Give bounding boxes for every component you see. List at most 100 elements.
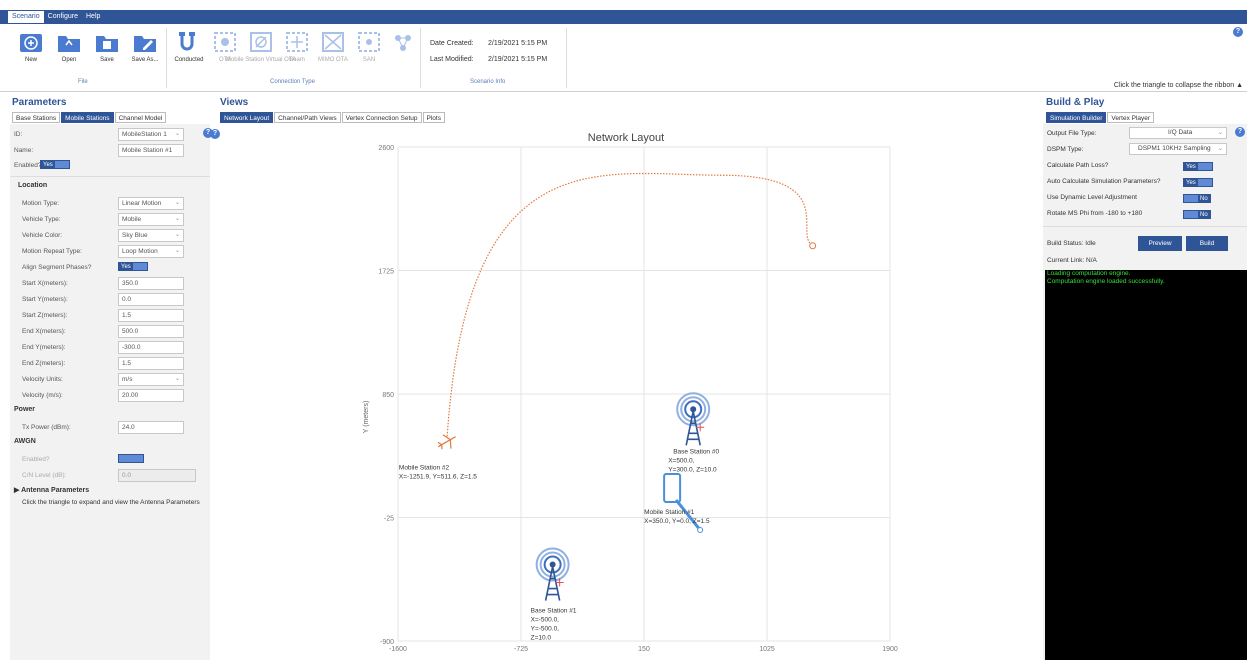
build-button[interactable]: Build — [1186, 236, 1228, 251]
end-x-input[interactable]: 500.0 — [118, 324, 184, 338]
awgn-enabled-row: Enabled? — [14, 452, 204, 466]
beam-button[interactable]: Beam — [280, 30, 314, 63]
last-modified-label: Last Modified: — [430, 56, 474, 63]
views-help-icon[interactable]: ? — [210, 129, 220, 139]
velocity-units-select[interactable]: m/s ⌄ — [118, 372, 184, 386]
path-loss-toggle[interactable]: Yes — [1183, 162, 1213, 171]
airplane-icon[interactable] — [434, 430, 459, 454]
open-button[interactable]: Open — [52, 30, 86, 63]
chart-grid — [397, 146, 891, 642]
conducted-button[interactable]: Conducted — [172, 30, 206, 63]
vehicle-color-select[interactable]: Sky Blue ⌄ — [118, 228, 184, 242]
motion-repeat-value: Loop Motion — [122, 247, 158, 255]
trajectory-end-marker[interactable] — [809, 242, 817, 250]
dspm-select[interactable]: DSPM1 10KHz Sampling ⌄ — [1129, 143, 1227, 155]
save-button[interactable]: Save — [90, 30, 124, 63]
toggle-knob — [1184, 195, 1198, 202]
toggle-yes: Yes — [119, 263, 133, 270]
toggle-knob — [1197, 179, 1212, 186]
end-y-input[interactable]: -300.0 — [118, 340, 184, 354]
cn-level-label: C/N Level (dB): — [22, 471, 67, 479]
start-y-input[interactable]: 0.0 — [118, 292, 184, 306]
enabled-toggle[interactable]: Yes — [40, 160, 70, 169]
auto-calc-toggle[interactable]: Yes — [1183, 178, 1213, 187]
mimo-ota-button[interactable]: MIMO OTA — [316, 30, 350, 63]
antenna-hint: Click the triangle to expand and view th… — [22, 499, 200, 506]
toggle-knob — [1197, 163, 1212, 170]
vehicle-type-select[interactable]: Mobile ⌄ — [118, 212, 184, 226]
chevron-down-icon: ⌄ — [1217, 146, 1223, 152]
rotate-phi-row: Rotate MS Phi from -180 to +180 — [1047, 207, 1243, 221]
chevron-down-icon: ⌄ — [1217, 130, 1223, 136]
ribbon-help-icon[interactable]: ? — [1233, 27, 1243, 37]
base-station-1-coords-3: Z=10.0 — [531, 635, 552, 642]
phone-body — [663, 472, 682, 503]
start-x-label: Start X(meters): — [22, 279, 68, 287]
id-row: ID: MobileStation 1 ⌄ — [14, 127, 204, 141]
connection-group-label: Connection Type — [270, 79, 315, 85]
vehicle-color-label: Vehicle Color: — [22, 231, 63, 239]
collapse-ribbon-hint[interactable]: Click the triangle to collapse the ribbo… — [1114, 82, 1243, 89]
tab-simulation-builder[interactable]: Simulation Builder — [1046, 112, 1107, 123]
san-button[interactable]: SAN — [352, 30, 386, 63]
network-button[interactable] — [386, 30, 420, 54]
ota-icon — [214, 32, 236, 52]
base-station-1-coords-1: X=-500.0, — [531, 617, 560, 624]
antenna-expander[interactable]: ▶ Antenna Parameters — [14, 486, 89, 494]
antenna-heading: Antenna Parameters — [21, 487, 90, 494]
end-z-input[interactable]: 1.5 — [118, 356, 184, 370]
views-tabs: Network Layout Channel/Path Views Vertex… — [220, 112, 446, 123]
menu-configure[interactable]: Configure — [44, 11, 82, 23]
motion-type-select[interactable]: Linear Motion ⌄ — [118, 196, 184, 210]
network-layout-chart[interactable]: Network Layout Y (meters) -1600 -725 150 10… — [218, 127, 1038, 660]
cn-level-input[interactable]: 0.0 — [118, 468, 196, 482]
save-as-button[interactable]: Save As... — [128, 30, 162, 63]
velocity-input[interactable]: 20.00 — [118, 388, 184, 402]
name-input[interactable]: Mobile Station #1 — [118, 143, 184, 157]
preview-button[interactable]: Preview — [1138, 236, 1182, 251]
x-tick-label: 1025 — [759, 646, 775, 653]
tab-channel-path-views[interactable]: Channel/Path Views — [274, 112, 341, 123]
rotate-phi-toggle[interactable]: No — [1183, 210, 1211, 219]
tab-mobile-stations[interactable]: Mobile Stations — [61, 112, 114, 123]
tab-base-stations[interactable]: Base Stations — [12, 112, 61, 123]
y-tick-label: -25 — [384, 516, 394, 523]
menu-scenario[interactable]: Scenario — [8, 11, 44, 23]
menu-help[interactable]: Help — [82, 11, 104, 23]
cn-level-row: C/N Level (dB): 0.0 — [14, 468, 204, 482]
output-type-label: Output File Type: — [1047, 130, 1097, 137]
tab-plots[interactable]: Plots — [422, 112, 445, 123]
beam-label: Beam — [289, 57, 305, 63]
path-loss-row: Calculate Path Loss? — [1047, 159, 1243, 173]
tab-vertex-player[interactable]: Vertex Player — [1107, 112, 1155, 123]
start-x-input[interactable]: 350.0 — [118, 276, 184, 290]
velocity-label: Velocity (m/s): — [22, 391, 63, 399]
tab-channel-model[interactable]: Channel Model — [114, 112, 167, 123]
start-x-row: Start X(meters): 350.0 — [14, 276, 204, 290]
mobile-virtual-ota-button[interactable]: Mobile Station Virtual OTA — [226, 30, 296, 63]
dspm-value: DSPM1 10KHz Sampling — [1138, 145, 1211, 152]
start-z-input[interactable]: 1.5 — [118, 308, 184, 322]
base-station-tower-icon[interactable] — [676, 392, 711, 446]
awgn-toggle[interactable] — [118, 454, 144, 463]
vehicle-type-value: Mobile — [122, 215, 142, 223]
tab-network-layout[interactable]: Network Layout — [220, 112, 274, 123]
new-button[interactable]: New — [14, 30, 48, 63]
align-toggle[interactable]: Yes — [118, 262, 148, 271]
motion-repeat-select[interactable]: Loop Motion ⌄ — [118, 244, 184, 258]
tx-power-input[interactable]: 24.0 — [118, 420, 184, 434]
dynamic-level-toggle[interactable]: No — [1183, 194, 1211, 203]
id-select[interactable]: MobileStation 1 ⌄ — [118, 127, 184, 141]
file-group-label: File — [78, 79, 88, 85]
date-created-value: 2/19/2021 5:15 PM — [488, 40, 548, 47]
auto-calc-row: Auto Calculate Simulation Parameters? — [1047, 175, 1243, 189]
base-station-1-coords-2: Y=-500.0, — [531, 626, 560, 633]
vehicle-color-row: Vehicle Color: Sky Blue ⌄ — [14, 228, 204, 242]
trajectory-path — [446, 172, 814, 437]
start-y-label: Start Y(meters): — [22, 295, 68, 303]
tab-vertex-connection-setup[interactable]: Vertex Connection Setup — [341, 112, 422, 123]
network-icon — [395, 35, 411, 51]
output-type-select[interactable]: I/Q Data ⌄ — [1129, 127, 1227, 139]
beam-icon — [286, 32, 308, 52]
base-station-tower-icon[interactable] — [535, 547, 570, 601]
